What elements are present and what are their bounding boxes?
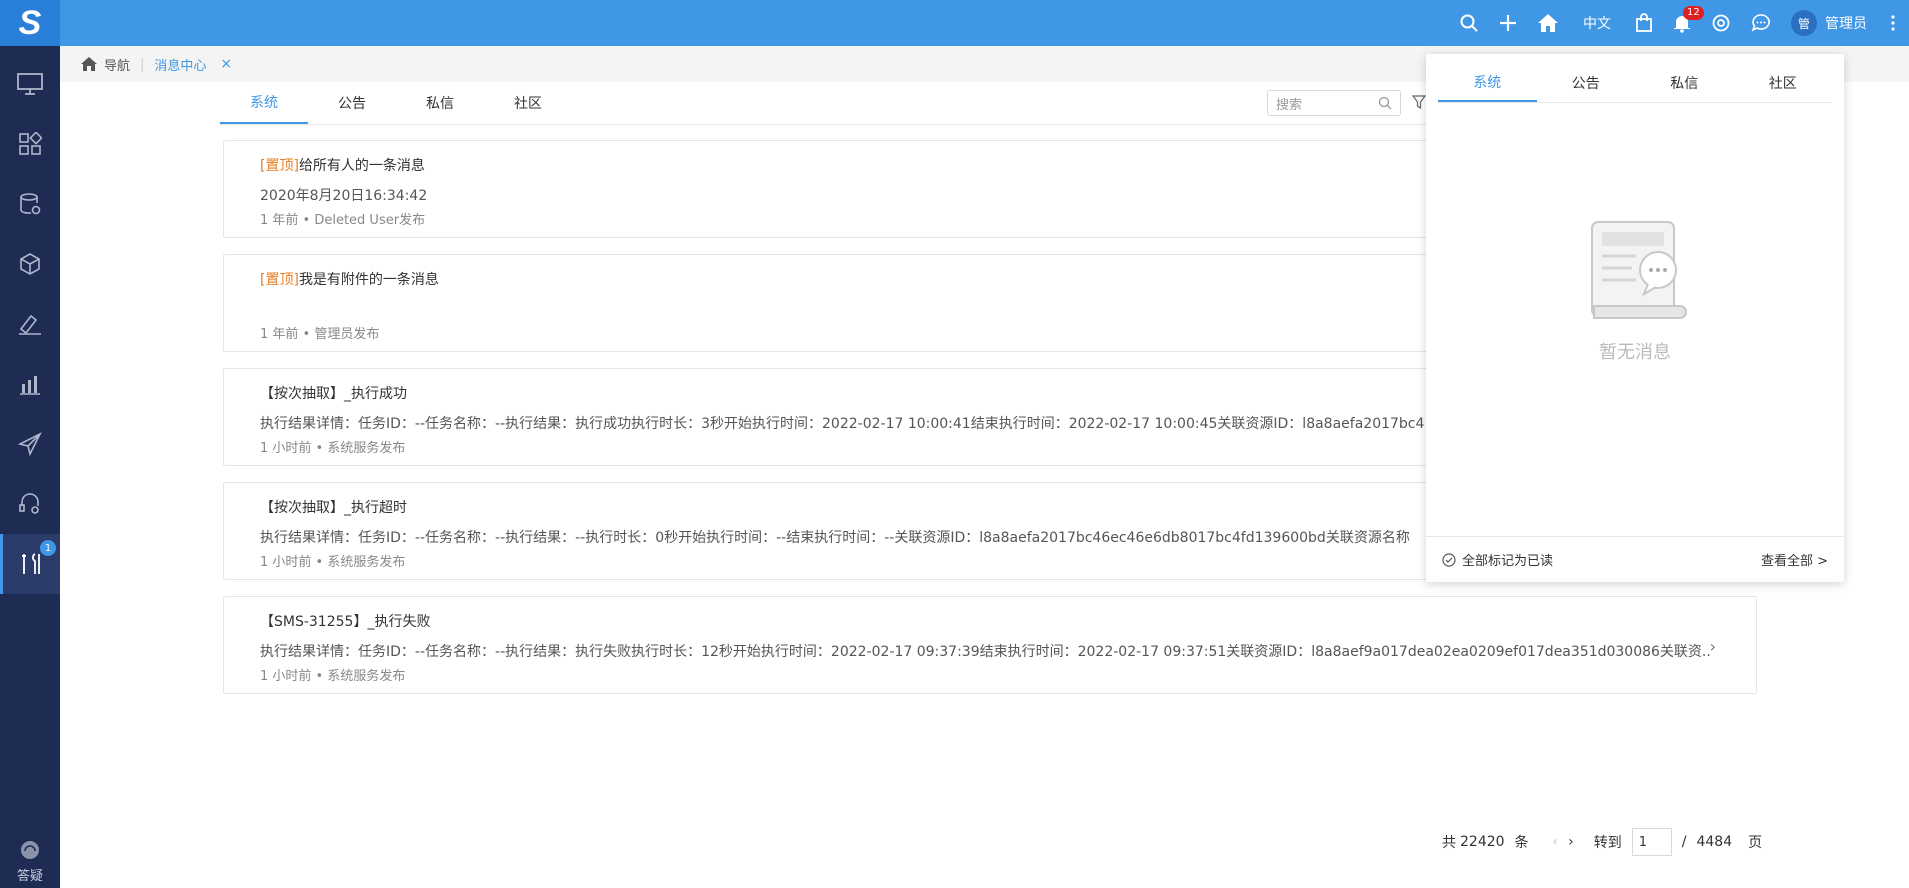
popup-footer: 全部标记为已读 查看全部 >: [1426, 536, 1844, 582]
tab-announcement[interactable]: 公告: [308, 82, 396, 124]
message-detail: 执行结果详情：任务ID：--任务名称：--执行结果：执行失败执行时长：12秒开始…: [260, 644, 1710, 660]
help-label: 答疑: [16, 869, 43, 884]
total-pages: 4484: [1696, 834, 1733, 850]
home-icon: [81, 57, 97, 71]
popup-tab-private[interactable]: 私信: [1635, 64, 1734, 102]
bell-icon[interactable]: 12: [1663, 0, 1704, 46]
sidebar-item-service[interactable]: [0, 474, 60, 534]
sidebar-item-publish[interactable]: [0, 414, 60, 474]
empty-message-icon: [1591, 221, 1687, 319]
bar-chart-icon: [20, 376, 40, 395]
sidebar-item-database[interactable]: [0, 174, 60, 234]
tab-private[interactable]: 私信: [396, 82, 484, 124]
language-switch[interactable]: 中文: [1569, 0, 1625, 46]
total-count: 22420: [1460, 834, 1505, 850]
help-link[interactable]: 答疑: [0, 839, 60, 884]
mark-all-read-label: 全部标记为已读: [1462, 554, 1554, 569]
top-actions: 中文 12 管 管理员: [1449, 0, 1909, 46]
view-all-link[interactable]: 查看全部 >: [1761, 550, 1828, 569]
breadcrumb-home-label: 导航: [104, 58, 131, 74]
empty-text: 暂无消息: [1599, 342, 1671, 363]
empty-state: 暂无消息: [1426, 214, 1844, 364]
logo-letter: S: [18, 3, 42, 42]
tab-system[interactable]: 系统: [220, 82, 308, 124]
message-title-text: 【SMS-31255】_执行失败: [260, 614, 431, 630]
apps-icon: [19, 132, 42, 155]
cube-icon: [20, 253, 40, 275]
message-title-text: 我是有附件的一条消息: [298, 272, 439, 288]
popup-tab-community[interactable]: 社区: [1734, 64, 1833, 102]
message-title-text: 【按次抽取】_执行超时: [260, 500, 407, 516]
total-suffix: 条: [1514, 835, 1529, 851]
bag-icon[interactable]: [1625, 0, 1663, 46]
sidebar-item-apps[interactable]: [0, 114, 60, 174]
search-icon[interactable]: [1449, 0, 1489, 46]
popup-tabs: 系统 公告 私信 社区: [1438, 64, 1832, 103]
message-title-text: 【按次抽取】_执行成功: [260, 386, 407, 402]
database-icon: [20, 193, 41, 215]
top-bar: S 中文 12 管 管理员: [0, 0, 1909, 46]
sidebar-badge: 1: [40, 540, 56, 556]
filter-icon[interactable]: [1411, 94, 1427, 113]
service-icon: [19, 493, 39, 514]
user-menu[interactable]: 管 管理员: [1781, 0, 1877, 46]
send-icon: [18, 432, 42, 456]
headset-icon: [21, 841, 39, 859]
total-prefix: 共: [1442, 835, 1456, 851]
sidebar-item-analytics[interactable]: [0, 354, 60, 414]
pinned-tag: [置顶]: [260, 158, 299, 174]
mark-all-read-button[interactable]: 全部标记为已读: [1442, 550, 1553, 569]
page-separator: /: [1681, 834, 1687, 850]
sidebar-item-monitor[interactable]: [0, 54, 60, 114]
tools-icon: [21, 553, 40, 574]
chevron-right-icon[interactable]: ›: [1710, 637, 1716, 656]
pages-suffix: 页: [1748, 835, 1763, 851]
page-input[interactable]: 1: [1631, 828, 1672, 856]
sidebar-item-cube[interactable]: [0, 234, 60, 294]
pinned-tag: [置顶]: [260, 272, 299, 288]
chat-icon[interactable]: [1741, 0, 1781, 46]
prev-page-icon[interactable]: ‹: [1553, 834, 1559, 850]
notification-popup: 系统 公告 私信 社区 暂无消息 全部标记为已读 查看全部 >: [1426, 54, 1844, 582]
list-item[interactable]: 【SMS-31255】_执行失败 执行结果详情：任务ID：--任务名称：--执行…: [223, 596, 1757, 694]
popup-tab-system[interactable]: 系统: [1438, 64, 1537, 102]
add-icon[interactable]: [1489, 0, 1527, 46]
app-logo[interactable]: S: [0, 0, 60, 46]
goto-label: 转到: [1593, 835, 1622, 851]
search-placeholder: 搜索: [1276, 97, 1303, 113]
breadcrumb-current[interactable]: 消息中心: [154, 55, 206, 74]
home-icon[interactable]: [1527, 0, 1569, 46]
popup-tab-announcement[interactable]: 公告: [1537, 64, 1636, 102]
monitor-icon: [17, 73, 43, 95]
sidebar-item-tools[interactable]: 1: [0, 534, 60, 594]
breadcrumb-separator: |: [140, 56, 145, 72]
avatar: 管: [1791, 10, 1817, 36]
message-title-text: 给所有人的一条消息: [298, 158, 425, 174]
sidebar: 1 答疑: [0, 46, 60, 888]
search-icon: [1378, 96, 1392, 110]
more-vertical-icon[interactable]: [1877, 0, 1909, 46]
pen-icon: [19, 314, 41, 335]
next-page-icon[interactable]: ›: [1568, 834, 1574, 850]
tab-community[interactable]: 社区: [484, 82, 572, 124]
breadcrumb-home[interactable]: 导航: [80, 55, 130, 74]
message-meta: 1 小时前 • 系统服务发布: [260, 669, 406, 684]
search-input[interactable]: 搜索: [1267, 90, 1401, 116]
sidebar-item-design[interactable]: [0, 294, 60, 354]
close-tab-icon[interactable]: ×: [220, 56, 232, 72]
settings-icon[interactable]: [1701, 0, 1741, 46]
check-circle-icon: [1442, 552, 1456, 567]
message-title: 【SMS-31255】_执行失败: [260, 611, 1720, 633]
user-name: 管理员: [1825, 16, 1867, 32]
pagination: 共 22420 条 ‹ › 转到 1 / 4484 页: [1442, 828, 1762, 856]
